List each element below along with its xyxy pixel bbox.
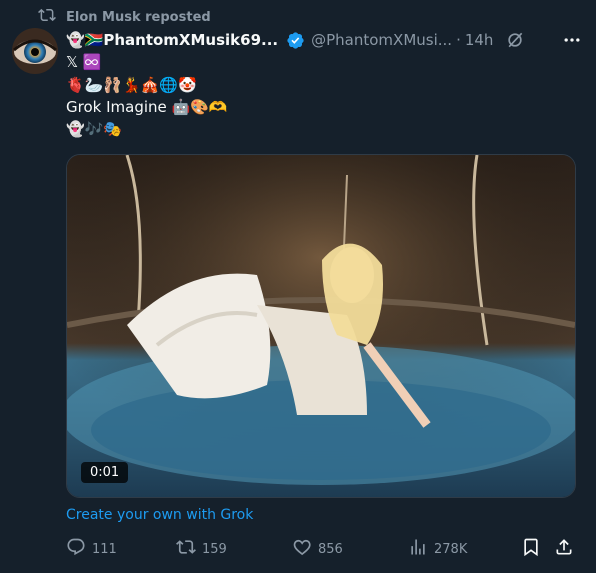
like-button[interactable]: 856 bbox=[292, 537, 343, 561]
repost-label: Elon Musk reposted bbox=[66, 9, 211, 25]
more-icon[interactable] bbox=[562, 30, 582, 50]
like-count: 856 bbox=[318, 541, 343, 557]
post-time[interactable]: 14h bbox=[465, 31, 494, 49]
repost-count: 159 bbox=[202, 541, 227, 557]
views-count: 278K bbox=[434, 541, 468, 557]
grok-icon[interactable] bbox=[505, 30, 525, 50]
reply-button[interactable]: 111 bbox=[66, 537, 117, 561]
repost-icon bbox=[38, 6, 56, 28]
avatar[interactable] bbox=[12, 28, 58, 74]
display-name[interactable]: 👻🇿🇦PhantomXMusik69... bbox=[66, 31, 278, 49]
action-bar: 111 159 856 278K bbox=[66, 537, 578, 561]
tweet-text-line-3: Grok Imagine 🤖🎨🫶 bbox=[66, 98, 228, 116]
tweet-text-line-2: 🫀🦢🩰💃🎪🌐🤡 bbox=[66, 76, 197, 94]
views-button[interactable]: 278K bbox=[408, 537, 467, 561]
bookmark-icon bbox=[521, 537, 541, 561]
video-duration: 0:01 bbox=[81, 462, 129, 483]
create-with-grok-link[interactable]: Create your own with Grok bbox=[66, 507, 253, 523]
verified-badge-icon[interactable] bbox=[286, 31, 305, 50]
author-handle[interactable]: @PhantomXMusi... bbox=[311, 31, 452, 49]
repost-indicator[interactable]: Elon Musk reposted bbox=[38, 6, 211, 28]
like-icon bbox=[292, 537, 312, 561]
reply-count: 111 bbox=[92, 541, 117, 557]
share-icon bbox=[554, 537, 574, 561]
share-button[interactable] bbox=[554, 537, 574, 561]
bookmark-button[interactable] bbox=[521, 537, 541, 561]
tweet-text-line-1: 𝕏 ♾️ bbox=[66, 53, 102, 71]
video-player[interactable]: 0:01 bbox=[66, 154, 576, 498]
repost-button[interactable]: 159 bbox=[176, 537, 227, 561]
separator-dot: · bbox=[456, 31, 461, 49]
reply-icon bbox=[66, 537, 86, 561]
repost-icon bbox=[176, 537, 196, 561]
tweet-text-line-4: 👻🎶🎭 bbox=[66, 120, 123, 138]
tweet-header: 👻🇿🇦PhantomXMusik69... @PhantomXMusi... ·… bbox=[66, 29, 582, 51]
views-icon bbox=[408, 537, 428, 561]
